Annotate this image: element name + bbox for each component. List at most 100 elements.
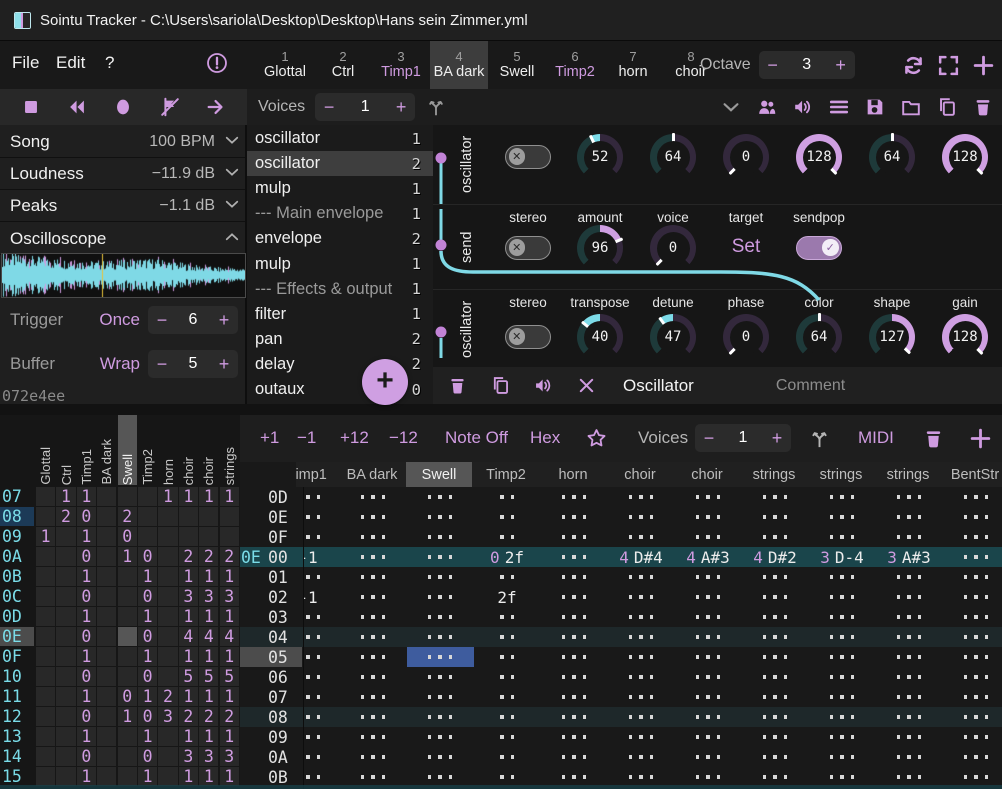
pattern-cell[interactable] xyxy=(474,607,541,627)
unit-toggle[interactable]: ✕ xyxy=(505,145,551,169)
pattern-cell[interactable] xyxy=(407,487,474,507)
pattern-cell[interactable] xyxy=(407,727,474,747)
octave-plus-button[interactable]: + xyxy=(827,55,855,76)
pattern-cell[interactable] xyxy=(608,487,675,507)
order-cell[interactable]: 0 xyxy=(138,587,157,606)
pattern-cell[interactable] xyxy=(407,587,474,607)
order-cell[interactable] xyxy=(158,527,177,546)
expand-meter-button[interactable] xyxy=(223,195,241,218)
order-cell[interactable] xyxy=(158,747,177,766)
pattern-cell[interactable] xyxy=(809,747,876,767)
trigger-plus-button[interactable]: + xyxy=(210,310,238,331)
order-cell[interactable]: 1 xyxy=(179,687,198,706)
pattern-cell[interactable] xyxy=(608,707,675,727)
pattern-cell[interactable] xyxy=(675,487,742,507)
pattern-cell[interactable] xyxy=(608,507,675,527)
order-cell[interactable]: 1 xyxy=(77,527,96,546)
order-cell[interactable] xyxy=(118,627,137,646)
buffer-minus-button[interactable]: − xyxy=(148,354,176,375)
stereo-toggle[interactable]: ✕ xyxy=(505,236,551,260)
order-cell[interactable]: 0 xyxy=(77,667,96,686)
pattern-cell[interactable] xyxy=(303,627,342,647)
pattern-cell[interactable] xyxy=(742,727,809,747)
order-cell[interactable] xyxy=(56,687,75,706)
unit-list-item--Main-envelope[interactable]: --- Main envelope1 xyxy=(247,201,433,226)
unit-list-item-mulp[interactable]: mulp1 xyxy=(247,176,433,201)
order-cell[interactable]: 0 xyxy=(77,547,96,566)
pattern-cell[interactable] xyxy=(541,567,608,587)
pattern-cell[interactable] xyxy=(541,627,608,647)
order-track-header-strings[interactable]: strings xyxy=(220,415,239,485)
pattern-cell[interactable] xyxy=(675,667,742,687)
add-instrument-button[interactable] xyxy=(971,53,996,78)
trigger-mode-button[interactable]: Once xyxy=(0,310,140,330)
pattern-cell[interactable] xyxy=(541,727,608,747)
order-cell[interactable] xyxy=(199,527,218,546)
expand-meter-button[interactable] xyxy=(223,131,241,154)
order-cell[interactable] xyxy=(118,667,137,686)
order-cell[interactable] xyxy=(97,727,116,746)
pattern-cell[interactable] xyxy=(474,627,541,647)
order-row-label[interactable]: 08 xyxy=(0,507,34,526)
record-button[interactable] xyxy=(112,96,134,118)
order-track-header-Glottal[interactable]: Glottal xyxy=(36,415,55,485)
track-header-choir[interactable]: choir xyxy=(607,462,673,487)
play-button[interactable] xyxy=(205,96,227,118)
order-cell[interactable]: 1 xyxy=(220,687,239,706)
order-cell[interactable] xyxy=(97,527,116,546)
pattern-cell[interactable] xyxy=(608,607,675,627)
pattern-cell[interactable] xyxy=(943,547,1002,567)
pattern-cell[interactable] xyxy=(474,747,541,767)
order-cell[interactable]: 0 xyxy=(77,507,96,526)
order-cell[interactable] xyxy=(158,547,177,566)
order-cell[interactable]: 5 xyxy=(199,667,218,686)
pattern-cell[interactable] xyxy=(340,527,407,547)
order-cell[interactable]: 3 xyxy=(220,587,239,606)
track-header-strings[interactable]: strings xyxy=(741,462,807,487)
order-cell[interactable]: 0 xyxy=(77,707,96,726)
order-cell[interactable]: 0 xyxy=(77,627,96,646)
unit-section-name[interactable]: send xyxy=(459,205,475,290)
order-cell[interactable] xyxy=(220,527,239,546)
order-cell[interactable] xyxy=(220,507,239,526)
unit-list-item-pan[interactable]: pan2 xyxy=(247,327,433,352)
pattern-cell[interactable] xyxy=(742,527,809,547)
order-cell[interactable] xyxy=(158,727,177,746)
amount-knob[interactable]: 96 xyxy=(577,225,623,271)
collapse-oscilloscope-button[interactable] xyxy=(223,228,241,251)
pattern-row-number[interactable]: 05 xyxy=(268,647,302,667)
pattern-cell[interactable] xyxy=(675,647,742,667)
pattern-cell[interactable] xyxy=(340,567,407,587)
unit-list-item-oscillator[interactable]: oscillator1 xyxy=(247,126,433,151)
track-header-horn[interactable]: horn xyxy=(540,462,606,487)
order-cell[interactable]: 3 xyxy=(179,747,198,766)
order-cell[interactable]: 1 xyxy=(179,647,198,666)
pattern-cell[interactable] xyxy=(943,587,1002,607)
order-cell[interactable] xyxy=(56,647,75,666)
pattern-cell[interactable] xyxy=(943,627,1002,647)
order-row-label[interactable]: 0B xyxy=(0,567,34,586)
track-header-Swell[interactable]: Swell xyxy=(406,462,472,487)
menu-help[interactable]: ? xyxy=(105,53,114,73)
pattern-cell[interactable] xyxy=(943,767,1002,787)
pattern-cell[interactable] xyxy=(742,627,809,647)
pattern-row-number[interactable]: 06 xyxy=(268,667,302,687)
pattern-cell[interactable] xyxy=(340,767,407,787)
pattern-cell[interactable] xyxy=(407,547,474,567)
track-header-strings[interactable]: strings xyxy=(875,462,941,487)
pattern-cell[interactable] xyxy=(303,487,342,507)
order-cell[interactable] xyxy=(36,747,55,766)
pattern-cell[interactable] xyxy=(303,567,342,587)
order-row-label[interactable]: 14 xyxy=(0,747,34,766)
order-cell[interactable]: 0 xyxy=(118,527,137,546)
order-cell[interactable]: 2 xyxy=(220,547,239,566)
pattern-row-number[interactable]: 0E xyxy=(268,507,302,527)
tab-instrument-ba-dark[interactable]: 4BA dark xyxy=(430,41,488,89)
order-track-header-BA dark[interactable]: BA dark xyxy=(97,415,116,485)
pattern-cell[interactable] xyxy=(303,707,342,727)
order-cell[interactable] xyxy=(179,507,198,526)
pattern-cell[interactable] xyxy=(943,607,1002,627)
order-cell[interactable]: 1 xyxy=(220,767,239,786)
pattern-cell[interactable] xyxy=(541,687,608,707)
track-header-Timp1[interactable]: Timp1 xyxy=(296,462,340,487)
